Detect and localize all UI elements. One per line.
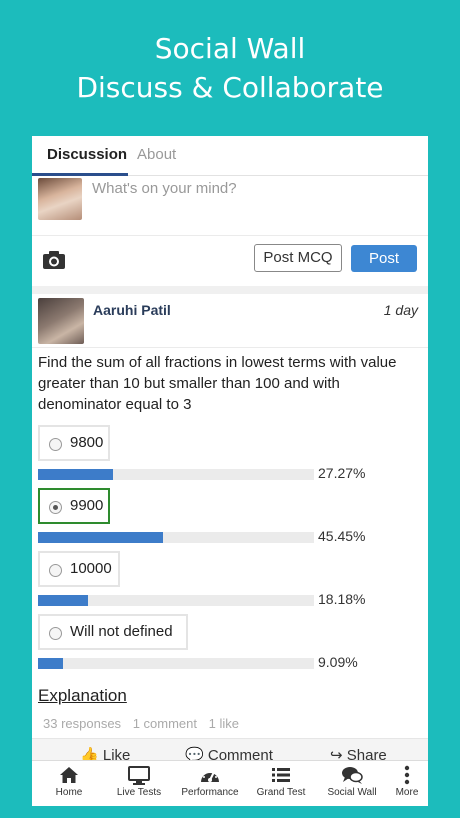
option-label: 9900	[70, 497, 104, 514]
comments-count[interactable]: 1 comment	[133, 716, 197, 731]
nav-more[interactable]: More	[372, 765, 428, 798]
tab-bar: Discussion About	[32, 136, 428, 176]
nav-live-tests[interactable]: Live Tests	[104, 765, 174, 798]
result-percent: 18.18%	[318, 591, 366, 607]
result-percent: 9.09%	[318, 654, 358, 670]
option-label: 10000	[70, 560, 112, 577]
post-button[interactable]: Post	[351, 245, 417, 272]
nav-label: Grand Test	[256, 787, 306, 798]
tab-discussion[interactable]: Discussion	[47, 146, 127, 163]
nav-label: More	[395, 787, 419, 798]
result-percent: 27.27%	[318, 465, 366, 481]
more-vertical-icon	[404, 765, 410, 785]
result-bar	[38, 658, 314, 669]
post-mcq-button[interactable]: Post MCQ	[254, 244, 342, 272]
avatar	[38, 178, 82, 220]
option-label: Will not defined	[70, 623, 173, 640]
option-will-not-defined[interactable]: Will not defined	[38, 614, 188, 650]
monitor-icon	[128, 766, 150, 785]
banner-subtitle: Discuss & Collaborate	[76, 71, 384, 104]
explanation-link[interactable]: Explanation	[38, 686, 127, 706]
bottom-navigation: Home Live Tests Performance Grand Test S…	[32, 760, 428, 806]
nav-label: Live Tests	[116, 787, 162, 798]
nav-label: Home	[55, 787, 83, 798]
nav-home[interactable]: Home	[34, 765, 104, 798]
radio-button[interactable]	[49, 627, 62, 640]
tab-about[interactable]: About	[137, 146, 176, 163]
list-icon	[272, 768, 290, 782]
home-icon	[60, 767, 78, 783]
nav-performance[interactable]: Performance	[175, 765, 245, 798]
post-stats: 33 responses 1 comment 1 like	[43, 716, 247, 731]
nav-label: Performance	[181, 787, 239, 798]
post-input[interactable]: What's on your mind?	[92, 180, 237, 197]
avatar[interactable]	[38, 298, 84, 344]
result-bar	[38, 469, 314, 480]
option-9800[interactable]: 9800	[38, 425, 110, 461]
result-bar-fill	[38, 595, 89, 606]
result-bar-fill	[38, 532, 164, 543]
post-time: 1 day	[383, 302, 418, 318]
radio-button[interactable]	[49, 564, 62, 577]
post-header: Aaruhi Patil 1 day	[32, 294, 428, 348]
radio-button[interactable]	[49, 438, 62, 451]
result-bar	[38, 532, 314, 543]
nav-grand-test[interactable]: Grand Test	[246, 765, 316, 798]
speedometer-icon	[201, 769, 219, 782]
responses-count[interactable]: 33 responses	[43, 716, 121, 731]
result-bar-fill	[38, 658, 64, 669]
author-name[interactable]: Aaruhi Patil	[93, 302, 171, 318]
chat-icon	[342, 767, 363, 784]
radio-button[interactable]	[49, 501, 62, 514]
option-9900[interactable]: 9900	[38, 488, 110, 524]
likes-count[interactable]: 1 like	[209, 716, 239, 731]
composer: What's on your mind?	[32, 176, 428, 236]
option-10000[interactable]: 10000	[38, 551, 120, 587]
result-bar	[38, 595, 314, 606]
option-label: 9800	[70, 434, 104, 451]
banner-title: Social Wall	[154, 32, 306, 65]
question-text: Find the sum of all fractions in lowest …	[38, 354, 397, 413]
result-percent: 45.45%	[318, 528, 366, 544]
camera-icon[interactable]	[42, 250, 66, 270]
result-bar-fill	[38, 469, 114, 480]
app-screen: Discussion About What's on your mind? Po…	[32, 136, 428, 806]
